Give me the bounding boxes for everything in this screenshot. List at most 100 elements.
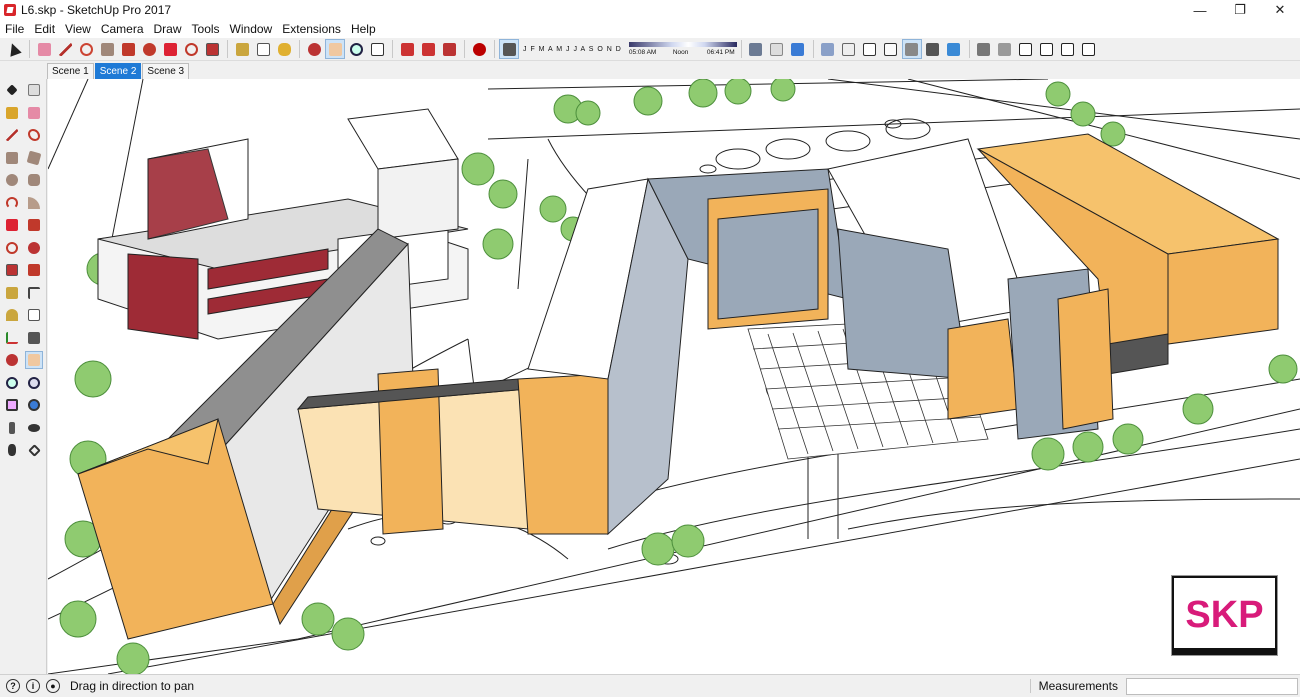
orbit-tool[interactable] [3, 351, 21, 369]
circle-tool[interactable] [3, 171, 21, 189]
zoom-tool[interactable] [3, 374, 21, 392]
rotate-tool[interactable] [3, 239, 21, 257]
ruby-button[interactable] [469, 39, 489, 59]
user-account-icon[interactable]: ● [46, 679, 60, 693]
move-button[interactable] [160, 39, 180, 59]
zoom-extents-button[interactable] [367, 39, 387, 59]
right-view-button[interactable] [1037, 39, 1057, 59]
extension-warehouse-button[interactable] [439, 39, 459, 59]
shadows-toggle-button[interactable] [499, 39, 519, 59]
back-edges-button[interactable] [839, 39, 859, 59]
make-component-tool[interactable] [25, 81, 43, 99]
pan-button[interactable] [325, 39, 345, 59]
rotate-button[interactable] [181, 39, 201, 59]
back-view-button[interactable] [1058, 39, 1078, 59]
geolocation-icon[interactable]: i [26, 679, 40, 693]
tab-scene-1[interactable]: Scene 1 [47, 63, 94, 79]
share-model-button[interactable] [418, 39, 438, 59]
menu-draw[interactable]: Draw [149, 22, 187, 36]
3d-text-icon [28, 331, 40, 344]
line-tool[interactable] [3, 126, 21, 144]
pan-tool[interactable] [25, 351, 43, 370]
text-tool[interactable] [25, 306, 43, 324]
paint-tool[interactable] [3, 104, 21, 122]
menu-view[interactable]: View [60, 22, 96, 36]
zoom-extents-tool[interactable] [3, 396, 21, 414]
rectangle-tool[interactable] [3, 149, 21, 167]
polygon-tool[interactable] [25, 171, 43, 189]
protractor-tool[interactable] [3, 306, 21, 324]
top-view-button[interactable] [995, 39, 1015, 59]
info-icon[interactable]: ? [6, 679, 20, 693]
shadow-time-slider[interactable]: 05:08 AM Noon 06:41 PM [628, 40, 737, 58]
monochrome-button[interactable] [944, 39, 964, 59]
hidden-line-button[interactable] [881, 39, 901, 59]
freehand-tool[interactable] [25, 126, 43, 144]
position-camera-tool[interactable] [3, 419, 21, 437]
eraser-tool[interactable] [25, 104, 43, 122]
tape-measure-button[interactable] [232, 39, 252, 59]
walk-button[interactable] [767, 39, 787, 59]
offset-icon [28, 264, 40, 277]
move-tool[interactable] [3, 216, 21, 234]
3d-text-tool[interactable] [25, 329, 43, 347]
previous-view-tool[interactable] [25, 396, 43, 414]
shaded-button[interactable] [901, 39, 922, 59]
walk-tool[interactable] [3, 441, 21, 459]
warehouse-button[interactable] [397, 39, 417, 59]
menu-file[interactable]: File [0, 22, 29, 36]
zoom-button[interactable] [346, 39, 366, 59]
position-camera-button[interactable] [746, 39, 766, 59]
menu-edit[interactable]: Edit [29, 22, 60, 36]
push-pull-button[interactable] [118, 39, 138, 59]
tab-scene-3[interactable]: Scene 3 [142, 63, 190, 79]
wireframe-button[interactable] [860, 39, 880, 59]
paint-bucket-button[interactable] [274, 39, 294, 59]
orbit-button[interactable] [304, 39, 324, 59]
shape-tool-button[interactable] [97, 39, 117, 59]
line-tool-button[interactable] [55, 39, 75, 59]
menu-tools[interactable]: Tools [187, 22, 225, 36]
section-plane-tool[interactable] [25, 441, 43, 459]
select-tool-button[interactable] [4, 39, 24, 59]
front-view-button[interactable] [1016, 39, 1036, 59]
back-edges-icon [842, 42, 856, 56]
offset-button[interactable] [139, 39, 159, 59]
model-viewport[interactable]: SKP [48, 79, 1300, 674]
menu-extensions[interactable]: Extensions [277, 22, 346, 36]
tape-measure-tool[interactable] [3, 284, 21, 302]
paint-bucket-icon [277, 42, 291, 56]
measurements-input[interactable] [1126, 677, 1298, 695]
pie-tool[interactable] [25, 194, 43, 212]
minimize-button[interactable]: — [1180, 0, 1220, 20]
building-right [976, 133, 1280, 440]
rotated-rectangle-tool[interactable] [25, 149, 43, 167]
dimension-tool[interactable] [25, 284, 43, 302]
axes-tool[interactable] [3, 329, 21, 347]
pencil-icon [58, 42, 72, 56]
menu-help[interactable]: Help [346, 22, 381, 36]
menu-camera[interactable]: Camera [96, 22, 149, 36]
tab-scene-2[interactable]: Scene 2 [94, 63, 142, 79]
arc-tool-button[interactable] [76, 39, 96, 59]
xray-button[interactable] [818, 39, 838, 59]
push-pull-tool[interactable] [25, 216, 43, 234]
arc-tool[interactable] [3, 194, 21, 212]
follow-me-tool[interactable] [25, 239, 43, 257]
shaded-textures-button[interactable] [923, 39, 943, 59]
close-button[interactable]: ✕ [1260, 0, 1300, 20]
look-around-tool[interactable] [25, 419, 43, 437]
iso-view-button[interactable] [974, 39, 994, 59]
menu-window[interactable]: Window [225, 22, 278, 36]
text-tool-button[interactable] [253, 39, 273, 59]
offset-tool[interactable] [25, 261, 43, 279]
select-tool[interactable] [3, 81, 21, 99]
scale-button[interactable] [202, 39, 222, 59]
scale-tool[interactable] [3, 261, 21, 279]
look-around-button[interactable] [788, 39, 808, 59]
left-view-button[interactable] [1079, 39, 1099, 59]
eraser-tool-button[interactable] [34, 39, 54, 59]
maximize-button[interactable]: ❐ [1220, 0, 1260, 20]
zoom-window-tool[interactable] [25, 374, 43, 392]
shadow-date-slider[interactable]: J F M A M J J A S O N D [523, 46, 622, 53]
